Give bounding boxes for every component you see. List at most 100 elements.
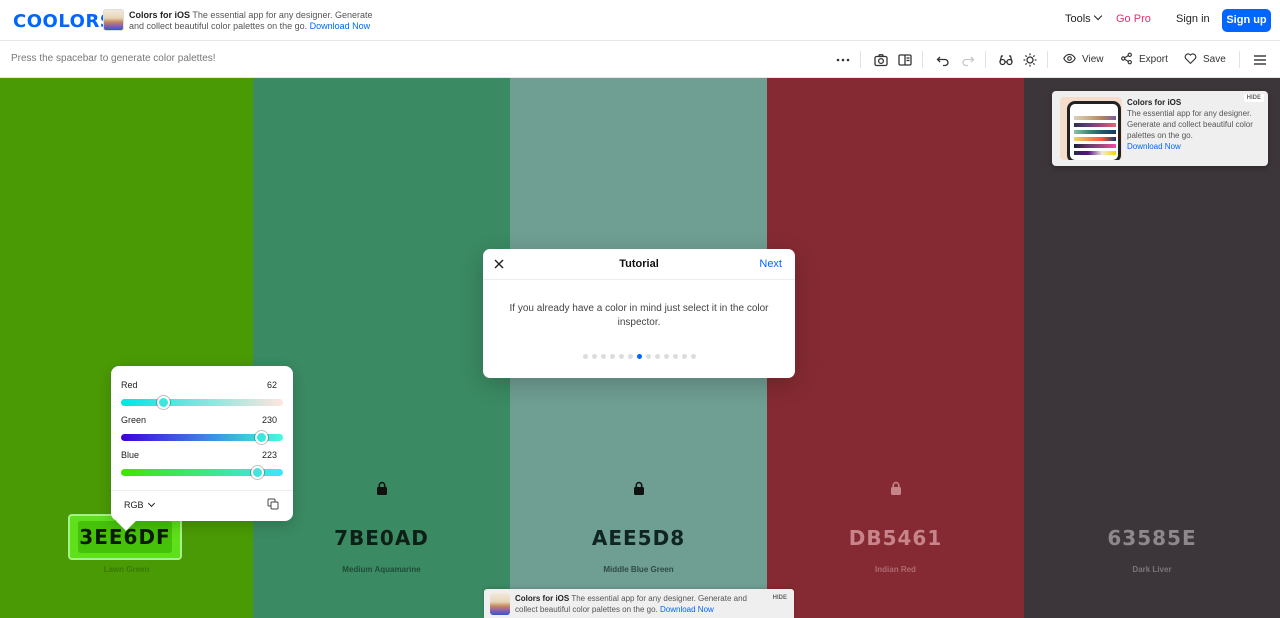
green-channel-row: Green 230 bbox=[121, 415, 283, 425]
color-name: Lawn Green bbox=[103, 565, 150, 574]
color-mode-value: RGB bbox=[124, 500, 144, 510]
lock-icon[interactable] bbox=[889, 481, 903, 495]
spacebar-hint: Press the spacebar to generate color pal… bbox=[11, 53, 216, 64]
sun-icon[interactable] bbox=[1022, 52, 1038, 68]
header-ad-cta[interactable]: Download Now bbox=[310, 21, 371, 31]
glasses-icon[interactable] bbox=[998, 52, 1014, 68]
step-dot[interactable] bbox=[663, 354, 669, 359]
color-name: Medium Aquamarine bbox=[342, 565, 421, 574]
toolbar-divider bbox=[1239, 51, 1240, 68]
camera-icon[interactable] bbox=[873, 52, 889, 68]
step-dot[interactable] bbox=[654, 354, 660, 359]
hide-ad-button[interactable]: HIDE bbox=[770, 592, 790, 605]
toolbar-divider bbox=[860, 51, 861, 68]
color-hex[interactable]: 7BE0AD bbox=[253, 526, 510, 550]
red-label: Red bbox=[121, 380, 138, 390]
step-dot[interactable] bbox=[636, 354, 642, 359]
green-slider[interactable] bbox=[121, 431, 283, 444]
red-slider[interactable] bbox=[121, 396, 283, 409]
export-label: Export bbox=[1139, 54, 1168, 65]
bottom-ad[interactable]: Colors for iOS The essential app for any… bbox=[484, 589, 794, 618]
color-hex[interactable]: 63585E bbox=[1024, 526, 1280, 550]
step-indicator bbox=[483, 354, 795, 359]
sign-up-button[interactable]: Sign up bbox=[1222, 9, 1271, 32]
sign-in-link[interactable]: Sign in bbox=[1176, 13, 1210, 25]
blue-value[interactable]: 223 bbox=[262, 450, 277, 460]
red-slider-handle[interactable] bbox=[157, 396, 170, 409]
toolbar-divider bbox=[985, 51, 986, 68]
next-button[interactable]: Next bbox=[759, 258, 782, 270]
side-ad-cta[interactable]: Download Now bbox=[1127, 142, 1181, 151]
lock-icon[interactable] bbox=[632, 481, 646, 495]
save-label: Save bbox=[1203, 54, 1226, 65]
export-button[interactable]: Export bbox=[1120, 52, 1168, 68]
ad-thumbnail bbox=[103, 9, 124, 31]
blue-channel-row: Blue 223 bbox=[121, 450, 283, 460]
blue-label: Blue bbox=[121, 450, 140, 460]
top-header: coolors Colors for iOS The essential app… bbox=[0, 0, 1280, 41]
redo-icon[interactable] bbox=[960, 52, 976, 68]
split-view-icon[interactable] bbox=[897, 52, 913, 68]
side-ad[interactable]: HIDE Colors for iOS The essential app fo… bbox=[1052, 91, 1268, 166]
view-label: View bbox=[1082, 54, 1104, 65]
side-ad-title: Colors for iOS bbox=[1127, 98, 1182, 107]
color-hex[interactable]: DB5461 bbox=[767, 526, 1024, 550]
tools-menu[interactable]: Tools bbox=[1065, 11, 1102, 25]
step-dot[interactable] bbox=[600, 354, 606, 359]
ad-thumbnail bbox=[490, 593, 510, 615]
share-icon bbox=[1121, 52, 1132, 65]
tutorial-modal: Tutorial Next If you already have a colo… bbox=[483, 249, 795, 378]
eye-icon bbox=[1063, 53, 1076, 64]
green-slider-handle[interactable] bbox=[255, 431, 268, 444]
color-mode-select[interactable]: RGB bbox=[124, 499, 155, 510]
color-name: Indian Red bbox=[875, 565, 916, 574]
green-label: Green bbox=[121, 415, 147, 425]
modal-title: Tutorial bbox=[619, 258, 659, 270]
bottom-ad-text: Colors for iOS The essential app for any… bbox=[515, 593, 765, 615]
toolbar-divider bbox=[922, 51, 923, 68]
color-name: Dark Liver bbox=[1132, 565, 1172, 574]
chevron-down-icon bbox=[1093, 11, 1102, 21]
inspector-divider bbox=[111, 490, 293, 491]
tools-label: Tools bbox=[1065, 13, 1091, 25]
blue-slider-handle[interactable] bbox=[251, 466, 264, 479]
color-hex[interactable]: AEE5D8 bbox=[510, 526, 767, 550]
more-options-icon[interactable] bbox=[835, 52, 851, 68]
chevron-down-icon bbox=[147, 499, 155, 508]
modal-body: If you already have a color in mind just… bbox=[509, 303, 769, 328]
color-swatch[interactable]: DB5461 Indian Red bbox=[767, 78, 1024, 618]
save-button[interactable]: Save bbox=[1184, 52, 1226, 68]
bottom-ad-title: Colors for iOS bbox=[515, 594, 570, 603]
hamburger-menu-icon[interactable] bbox=[1252, 52, 1268, 68]
red-channel-row: Red 62 bbox=[121, 380, 283, 390]
header-ad-title: Colors for iOS bbox=[129, 10, 191, 20]
blue-slider[interactable] bbox=[121, 466, 283, 479]
step-dot[interactable] bbox=[690, 354, 696, 359]
lock-icon[interactable] bbox=[375, 481, 389, 495]
ad-image bbox=[1060, 97, 1122, 160]
step-dot[interactable] bbox=[591, 354, 597, 359]
step-dot[interactable] bbox=[645, 354, 651, 359]
step-dot[interactable] bbox=[609, 354, 615, 359]
view-button[interactable]: View bbox=[1063, 52, 1104, 68]
color-name: Middle Blue Green bbox=[603, 565, 674, 574]
red-value[interactable]: 62 bbox=[267, 380, 277, 390]
step-dot[interactable] bbox=[627, 354, 633, 359]
color-inspector: Red 62 Green 230 Blue 223 RGB bbox=[111, 366, 293, 521]
coolors-logo[interactable]: coolors bbox=[13, 11, 113, 32]
undo-icon[interactable] bbox=[935, 52, 951, 68]
step-dot[interactable] bbox=[618, 354, 624, 359]
side-ad-text: Colors for iOS The essential app for any… bbox=[1127, 97, 1263, 152]
copy-icon[interactable] bbox=[267, 498, 279, 510]
color-swatch[interactable]: 7BE0AD Medium Aquamarine bbox=[253, 78, 510, 618]
header-ad[interactable]: Colors for iOS The essential app for any… bbox=[103, 9, 373, 33]
side-ad-body: The essential app for any designer. Gene… bbox=[1127, 109, 1253, 140]
header-ad-text: Colors for iOS The essential app for any… bbox=[129, 10, 379, 32]
green-value[interactable]: 230 bbox=[262, 415, 277, 425]
step-dot[interactable] bbox=[582, 354, 588, 359]
toolbar-divider bbox=[1047, 51, 1048, 68]
go-pro-link[interactable]: Go Pro bbox=[1116, 13, 1151, 25]
step-dot[interactable] bbox=[681, 354, 687, 359]
step-dot[interactable] bbox=[672, 354, 678, 359]
bottom-ad-cta[interactable]: Download Now bbox=[660, 605, 714, 614]
